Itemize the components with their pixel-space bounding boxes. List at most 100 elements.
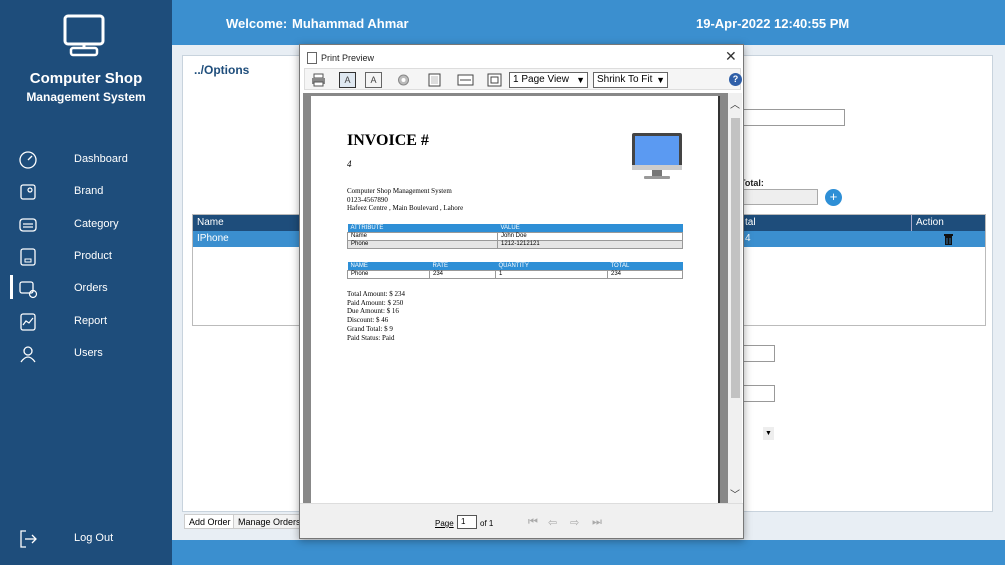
chevron-up-icon[interactable]: ︿	[730, 96, 740, 111]
dialog-title: Print Preview	[321, 53, 375, 63]
computer-logo-icon	[63, 14, 105, 57]
due-amount: Due Amount: $ 16	[347, 307, 399, 316]
invoice-page: INVOICE # 4 Computer Shop Management Sys…	[311, 96, 720, 503]
zoom-select[interactable]: Shrink To Fit ▼	[593, 72, 668, 88]
first-page-icon[interactable]: ⏮	[528, 516, 538, 529]
nav-dashboard[interactable]: Dashboard	[0, 144, 172, 174]
logout-button[interactable]: Log Out	[0, 523, 172, 553]
nav-brand[interactable]: Brand	[0, 176, 172, 206]
zoom-value: Shrink To Fit	[597, 74, 653, 85]
table-header: QUANTITY	[495, 262, 608, 270]
page-count: of 1	[480, 519, 494, 528]
previous-page-icon[interactable]: ⇦	[548, 516, 557, 529]
page-width-icon[interactable]	[457, 72, 474, 88]
invoice-title: INVOICE #	[347, 132, 429, 149]
chevron-down-icon: ▼	[576, 75, 585, 85]
zoom-out-icon[interactable]: A	[365, 72, 382, 88]
print-icon[interactable]	[310, 72, 327, 88]
nav-users[interactable]: Users	[0, 338, 172, 368]
close-button[interactable]: ✕	[725, 48, 737, 65]
nav-label: Dashboard	[74, 153, 128, 165]
logout-label: Log Out	[74, 532, 114, 544]
print-preview-dialog: Print Preview ✕ A A 1 Page View ▼ Shrink …	[299, 44, 744, 539]
welcome-label: Welcome:	[226, 16, 288, 31]
next-page-icon[interactable]: ⇨	[570, 516, 579, 529]
page-view-select[interactable]: 1 Page View ▼	[509, 72, 588, 88]
monitor-icon	[632, 133, 682, 179]
table-cell: 234	[429, 269, 496, 279]
print-preview-icon	[307, 52, 317, 64]
scroll-thumb[interactable]	[731, 118, 740, 398]
table-header: NAME	[347, 262, 430, 270]
table-cell: 1	[495, 269, 608, 279]
app-window: Computer Shop Management System Dashboar…	[0, 0, 1005, 565]
company-phone: 0123-4567890	[347, 195, 388, 204]
chevron-down-icon[interactable]: ﹀	[730, 486, 740, 501]
product-icon	[20, 248, 36, 266]
nav-report[interactable]: Report	[0, 306, 172, 336]
table-header: RATE	[429, 262, 496, 270]
invoice-totals: Total Amount: $ 234 Paid Amount: $ 250 D…	[347, 290, 405, 342]
table-cell: 234	[607, 269, 683, 279]
preview-toolbar: A A 1 Page View ▼ Shrink To Fit ▼ ?	[304, 68, 742, 90]
header-bar: Welcome: Muhammad Ahmar 19-Apr-2022 12:4…	[172, 0, 1005, 45]
table-cell: Name	[347, 231, 498, 241]
table-cell: Phone	[347, 239, 498, 249]
vertical-scrollbar[interactable]: ︿ ﹀	[728, 93, 742, 503]
tag-icon	[20, 184, 36, 200]
text-field[interactable]	[743, 345, 775, 362]
logout-icon	[20, 530, 37, 548]
company-info: Computer Shop Management System 0123-456…	[347, 187, 463, 213]
grand-total-field[interactable]	[740, 189, 818, 205]
nav-label: Orders	[74, 282, 108, 294]
total-amount: Total Amount: $ 234	[347, 290, 406, 298]
orders-icon	[19, 281, 38, 299]
text-field[interactable]	[743, 109, 845, 126]
company-address: Hafeez Centre , Main Boulevard , Lahore	[347, 204, 464, 212]
breadcrumb: ../Options	[194, 63, 250, 77]
sidebar: Computer Shop Management System Dashboar…	[0, 0, 172, 565]
tab-add-order[interactable]: Add Order	[184, 514, 236, 529]
table-cell: Phone	[347, 269, 430, 279]
table-row: Phone 234 1 234	[347, 269, 683, 279]
grand-total: Grand Total: $ 9	[347, 324, 393, 333]
cell-total: 4	[745, 233, 751, 244]
paid-status: Paid Status: Paid	[347, 333, 395, 342]
column-total: tal	[745, 217, 756, 228]
page-navigation: Page 1 of 1 ⏮ ⇦ ⇨ ⏭	[300, 503, 743, 538]
page-number-input[interactable]: 1	[457, 515, 477, 529]
text-field[interactable]	[743, 385, 775, 402]
last-page-icon[interactable]: ⏭	[592, 516, 602, 529]
user-icon	[20, 346, 36, 363]
items-table: NAME RATE QUANTITY TOTAL Phone 234 1 234	[347, 262, 683, 279]
nav-label: Product	[74, 250, 112, 262]
chevron-down-icon[interactable]: ▼	[763, 427, 774, 440]
paid-amount: Paid Amount: $ 250	[347, 298, 404, 307]
cell-name: IPhone	[197, 233, 229, 244]
zoom-in-icon[interactable]: A	[339, 72, 356, 88]
invoice-number: 4	[347, 159, 352, 169]
chevron-down-icon: ▼	[656, 75, 665, 85]
page-label: Page	[435, 519, 454, 528]
nav-label: Brand	[74, 185, 104, 197]
add-item-button[interactable]: +	[825, 189, 842, 206]
user-name: Muhammad Ahmar	[292, 16, 409, 31]
tab-manage-orders[interactable]: Manage Orders	[233, 514, 306, 529]
column-name: Name	[197, 217, 224, 228]
table-header: ATTRIBUTE	[347, 224, 498, 232]
nav-orders[interactable]: Orders	[0, 273, 172, 303]
fit-page-icon[interactable]	[486, 72, 503, 88]
report-icon	[20, 313, 36, 331]
table-row: Phone 1212-1212121	[347, 239, 683, 249]
nav-label: Users	[74, 347, 103, 359]
nav-label: Category	[74, 218, 119, 230]
nav-product[interactable]: Product	[0, 241, 172, 271]
gear-icon[interactable]	[395, 72, 412, 88]
single-page-icon[interactable]	[426, 72, 443, 88]
help-icon[interactable]: ?	[729, 73, 742, 86]
attributes-table: ATTRIBUTE VALUE Name John Doe Phone 1212…	[347, 224, 683, 249]
page-view-value: 1 Page View	[513, 74, 569, 85]
trash-icon[interactable]	[943, 233, 954, 245]
nav-category[interactable]: Category	[0, 209, 172, 239]
category-icon	[19, 218, 37, 232]
